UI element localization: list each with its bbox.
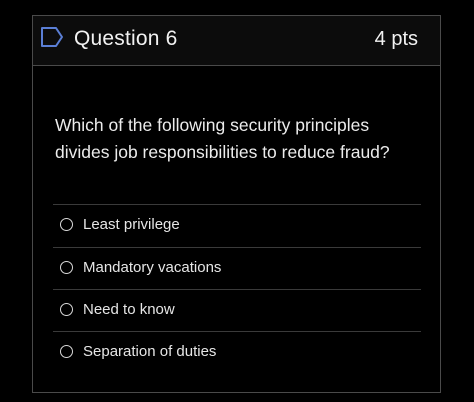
radio-button[interactable] (60, 303, 73, 316)
answer-label[interactable]: Least privilege (83, 216, 180, 233)
radio-button[interactable] (60, 345, 73, 358)
question-card: Question 6 4 pts Which of the following … (32, 15, 441, 393)
answer-option[interactable]: Mandatory vacations (53, 247, 421, 289)
answer-label[interactable]: Separation of duties (83, 343, 216, 360)
question-title: Question 6 (74, 27, 178, 50)
answer-option[interactable]: Least privilege (53, 204, 421, 247)
radio-button[interactable] (60, 218, 73, 231)
answer-label[interactable]: Need to know (83, 301, 175, 318)
question-text: Which of the following security principl… (55, 115, 390, 162)
answer-option[interactable]: Need to know (53, 289, 421, 331)
bookmark-flag-icon[interactable] (40, 26, 64, 48)
answer-option[interactable]: Separation of duties (53, 331, 421, 373)
answer-list: Least privilege Mandatory vacations Need… (53, 204, 421, 373)
question-header: Question 6 4 pts (33, 16, 440, 66)
question-points: 4 pts (374, 28, 418, 50)
answer-label[interactable]: Mandatory vacations (83, 259, 221, 276)
radio-button[interactable] (60, 261, 73, 274)
